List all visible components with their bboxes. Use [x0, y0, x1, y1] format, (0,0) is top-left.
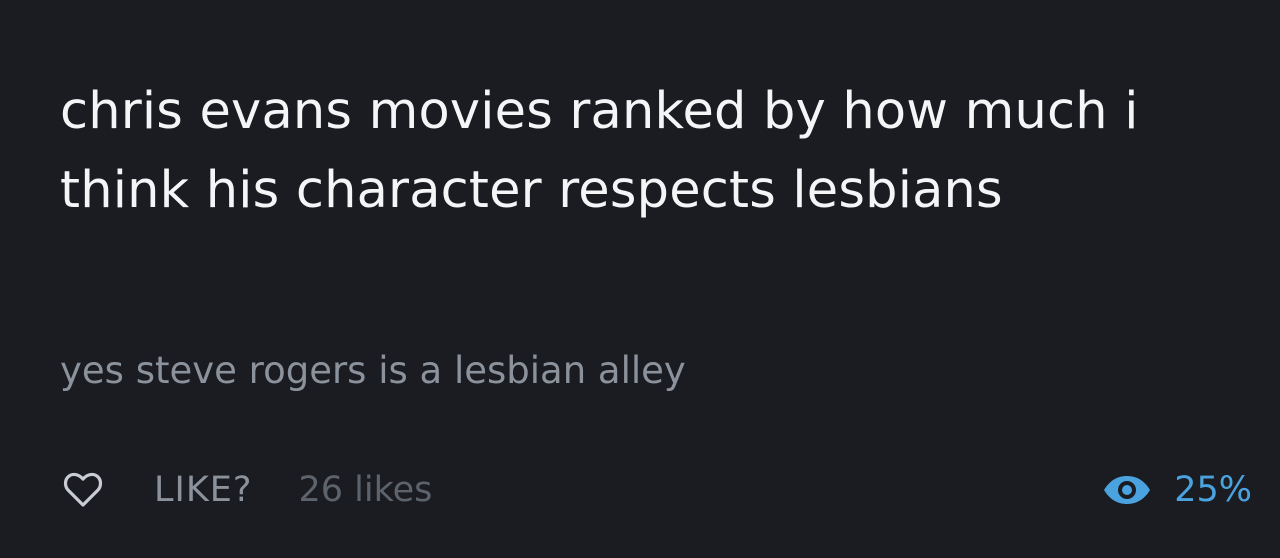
views-percent: 25%	[1174, 470, 1252, 510]
views-indicator: 25%	[1102, 470, 1252, 510]
likes-count: 26 likes	[298, 470, 433, 510]
post-footer: LIKE? 26 likes 25%	[60, 465, 1252, 515]
like-button[interactable]: LIKE?	[154, 470, 252, 510]
post-title: chris evans movies ranked by how much i …	[60, 82, 1139, 220]
post-card: chris evans movies ranked by how much i …	[0, 0, 1280, 558]
post-subtitle: yes steve rogers is a lesbian alley	[60, 349, 686, 392]
heart-outline-icon[interactable]	[60, 470, 106, 510]
eye-icon	[1102, 474, 1152, 506]
